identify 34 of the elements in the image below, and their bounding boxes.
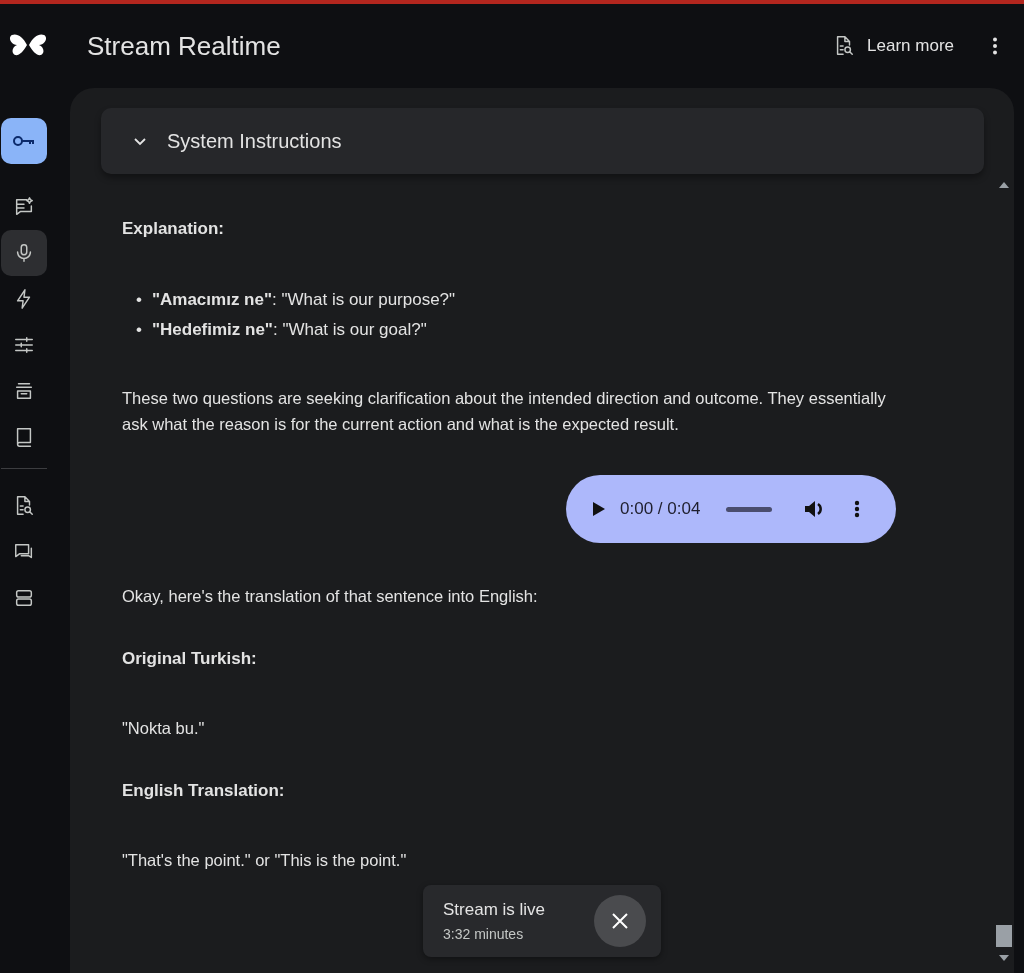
key-icon [12, 134, 36, 148]
paragraph: "Nokta bu." [122, 718, 206, 739]
sliders-icon [13, 334, 35, 356]
more-vertical-icon[interactable] [854, 500, 861, 518]
system-instructions-header[interactable]: System Instructions [101, 108, 984, 174]
app-title: Stream Realtime [87, 30, 282, 62]
chat-sparkle-icon [13, 196, 35, 218]
bullet-item: "Amacımız ne": "What is our purpose?" [151, 289, 456, 311]
audio-player[interactable]: 0:00 / 0:04 [566, 475, 896, 543]
section-heading: Original Turkish: [122, 649, 258, 669]
archive-icon [13, 380, 35, 402]
scrollbar-thumb[interactable] [996, 925, 1012, 947]
close-button[interactable] [594, 895, 646, 947]
play-icon[interactable] [592, 501, 606, 517]
toast-duration: 3:32 minutes [443, 926, 525, 942]
bullet-marker: • [136, 319, 142, 341]
scroll-down-icon[interactable] [999, 955, 1009, 961]
chevron-icon [133, 136, 147, 146]
bullet-item: "Hedefimiz ne": "What is our goal?" [151, 319, 427, 341]
close-icon[interactable] [611, 912, 629, 930]
paragraph: These two questions are seeking clarification about the intended direction and outcome. They essentially ask what the reason is for the current action and what is the expected result. [122, 388, 887, 435]
bullet-marker: • [136, 289, 142, 311]
sidebar-item[interactable] [1, 118, 47, 164]
storage-icon [13, 587, 35, 609]
learn-more-button[interactable]: Learn more [825, 29, 962, 63]
audio-time: 0:00 / 0:04 [620, 499, 701, 519]
paragraph: Okay, here's the translation of that sentence into English: [122, 586, 539, 607]
section-heading: Explanation: [122, 219, 225, 239]
toast-title: Stream is live [443, 900, 547, 920]
scroll-up-icon[interactable] [999, 182, 1009, 188]
sidebar-item[interactable] [1, 230, 47, 276]
paragraph: "That's the point." or "This is the point." [122, 850, 408, 871]
section-heading: English Translation: [122, 781, 286, 801]
audio-progress-track[interactable] [726, 506, 773, 512]
